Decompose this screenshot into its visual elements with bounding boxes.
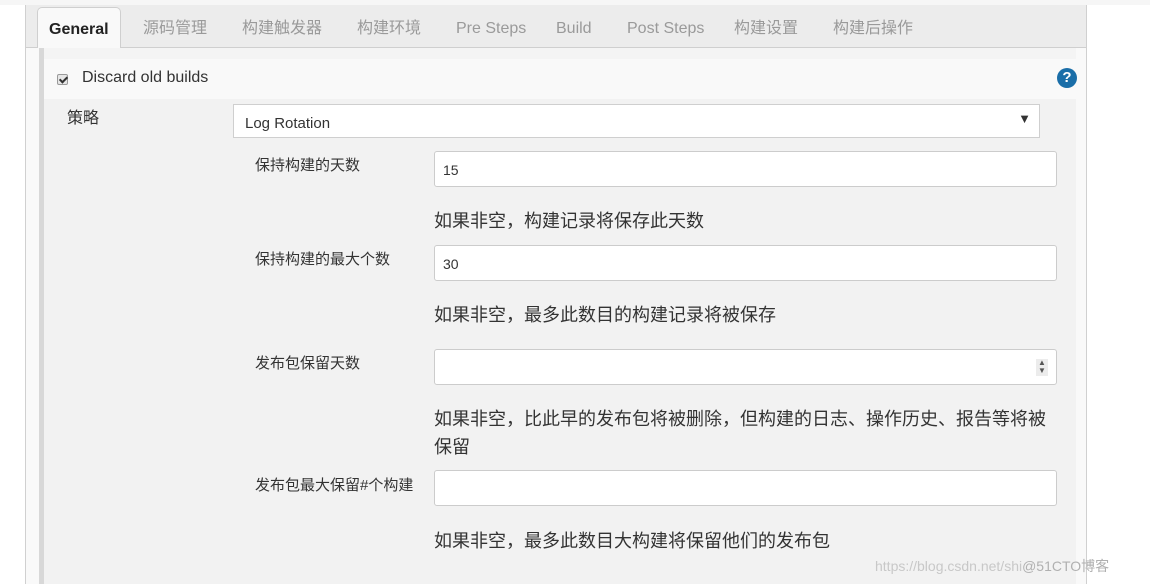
strategy-select[interactable]: Log Rotation ▼ [233,104,1040,138]
max-builds-input[interactable]: 30 [434,245,1057,281]
max-builds-hint: 如果非空，最多此数目的构建记录将被保存 [434,305,776,325]
tab-post-build-actions[interactable]: 构建后操作 [833,16,913,48]
days-to-keep-label: 保持构建的天数 [255,157,361,174]
max-builds-label: 保持构建的最大个数 [255,251,391,268]
section-spacer [44,48,1076,59]
strategy-body: 策略 Log Rotation ▼ 保持构建的天数 15 如果非空，构建记录将保… [44,99,1076,584]
discard-old-builds-checkbox[interactable] [57,74,68,85]
tab-pre-steps[interactable]: Pre Steps [456,16,526,48]
watermark-brand: @51CTO博客 [1022,558,1110,574]
config-panel: General 源码管理 构建触发器 构建环境 Pre Steps Build … [25,5,1087,584]
watermark: https://blog.csdn.net/shi@51CTO博客 [875,556,1109,576]
tab-post-steps[interactable]: Post Steps [627,16,704,48]
artifact-max-builds-label: 发布包最大保留#个构建 [255,477,414,494]
artifact-days-label: 发布包保留天数 [255,355,361,372]
tab-bar: General 源码管理 构建触发器 构建环境 Pre Steps Build … [26,5,1086,48]
artifact-max-builds-hint: 如果非空，最多此数目大构建将保留他们的发布包 [434,531,830,551]
dropdown-arrow-icon: ▼ [1018,111,1031,126]
discard-old-builds-label[interactable]: Discard old builds [82,69,208,87]
strategy-label: 策略 [67,110,100,127]
tab-build[interactable]: Build [556,16,592,48]
artifact-max-builds-input[interactable] [434,470,1057,506]
strategy-select-value: Log Rotation [245,115,331,132]
tab-build-environment[interactable]: 构建环境 [357,16,421,48]
days-to-keep-value: 15 [443,162,459,178]
tab-general[interactable]: General [37,7,121,48]
number-spinner[interactable]: ▲ ▼ [1036,359,1048,376]
question-circle-icon[interactable]: ? [1057,68,1077,88]
artifact-days-input[interactable]: ▲ ▼ [434,349,1057,385]
discard-old-builds-row: Discard old builds ? [44,59,1077,99]
discard-old-builds-section: Discard old builds ? 策略 Log Rotation ▼ 保… [39,48,1077,584]
tab-source-code[interactable]: 源码管理 [143,16,207,48]
artifact-days-hint: 如果非空，比此早的发布包将被删除，但构建的日志、操作历史、报告等将被保留 [434,409,1046,457]
watermark-url: https://blog.csdn.net/shi [875,558,1023,574]
days-to-keep-input[interactable]: 15 [434,151,1057,187]
tab-build-settings[interactable]: 构建设置 [734,16,798,48]
tab-build-triggers[interactable]: 构建触发器 [242,16,322,48]
max-builds-value: 30 [443,256,459,272]
days-to-keep-hint: 如果非空，构建记录将保存此天数 [434,211,704,231]
